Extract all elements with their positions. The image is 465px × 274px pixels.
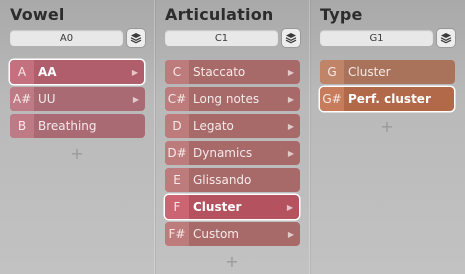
type-key-field[interactable]: G1	[320, 30, 433, 46]
item-label: AA	[38, 65, 57, 79]
chevron-right-icon: ▶	[287, 67, 295, 77]
vowel-item-uu[interactable]: A# UU ▶	[10, 87, 145, 111]
item-key: F	[165, 195, 189, 219]
item-label: Custom	[193, 227, 239, 241]
item-label: Cluster	[348, 65, 391, 79]
vowel-column-title: Vowel	[10, 5, 65, 24]
articulation-item-legato[interactable]: D Legato ▶	[165, 114, 300, 138]
vowel-layers-button[interactable]	[127, 29, 145, 47]
type-layers-button[interactable]	[437, 29, 455, 47]
articulation-item-long-notes[interactable]: C# Long notes ▶	[165, 87, 300, 111]
articulation-item-custom[interactable]: F# Custom ▶	[165, 222, 300, 246]
vowel-column: Vowel A0 A AA ▶ A# UU ▶ B Breathing +	[0, 0, 154, 274]
type-item-perf-cluster[interactable]: G# Perf. cluster	[320, 87, 454, 111]
articulation-item-staccato[interactable]: C Staccato ▶	[165, 60, 300, 84]
item-key: G	[320, 60, 344, 84]
articulation-item-glissando[interactable]: E Glissando	[165, 168, 300, 192]
chevron-right-icon: ▶	[287, 229, 295, 239]
articulation-add-button[interactable]: +	[225, 254, 239, 270]
item-key: D#	[165, 141, 189, 165]
type-item-cluster[interactable]: G Cluster	[320, 60, 455, 84]
item-label: Legato	[193, 119, 234, 133]
item-key: B	[10, 114, 34, 138]
item-label: Breathing	[38, 119, 97, 133]
item-key: D	[165, 114, 189, 138]
vowel-item-breathing[interactable]: B Breathing	[10, 114, 145, 138]
articulation-item-cluster[interactable]: F Cluster ▶	[165, 195, 299, 219]
chevron-right-icon: ▶	[287, 94, 295, 104]
item-key: C#	[165, 87, 189, 111]
item-label: Dynamics	[193, 146, 253, 160]
layers-icon	[440, 29, 452, 48]
articulation-column-title: Articulation	[165, 5, 274, 24]
articulation-key-field[interactable]: C1	[165, 30, 278, 46]
item-key: A#	[10, 87, 34, 111]
chevron-right-icon: ▶	[287, 148, 295, 158]
item-key: F#	[165, 222, 189, 246]
item-key: G#	[320, 87, 344, 111]
item-label: Long notes	[193, 92, 260, 106]
type-column-title: Type	[320, 5, 363, 24]
item-key: E	[165, 168, 189, 192]
item-key: C	[165, 60, 189, 84]
vowel-key-field[interactable]: A0	[10, 30, 123, 46]
item-label: Perf. cluster	[348, 92, 431, 106]
item-key: A	[10, 60, 34, 84]
articulation-column: Articulation C1 C Staccato ▶ C# Long not…	[155, 0, 309, 274]
type-add-button[interactable]: +	[380, 119, 394, 135]
vowel-add-button[interactable]: +	[70, 146, 84, 162]
layers-icon	[130, 29, 142, 48]
type-column: Type G1 G Cluster G# Perf. cluster +	[310, 0, 465, 274]
articulation-item-dynamics[interactable]: D# Dynamics ▶	[165, 141, 300, 165]
vowel-item-aa[interactable]: A AA ▶	[10, 60, 144, 84]
articulation-layers-button[interactable]	[282, 29, 300, 47]
item-label: UU	[38, 92, 56, 106]
item-label: Cluster	[193, 200, 242, 214]
layers-icon	[285, 29, 297, 48]
chevron-right-icon: ▶	[131, 67, 139, 77]
chevron-right-icon: ▶	[132, 94, 140, 104]
chevron-right-icon: ▶	[286, 202, 294, 212]
chevron-right-icon: ▶	[287, 121, 295, 131]
item-label: Glissando	[193, 173, 252, 187]
item-label: Staccato	[193, 65, 246, 79]
